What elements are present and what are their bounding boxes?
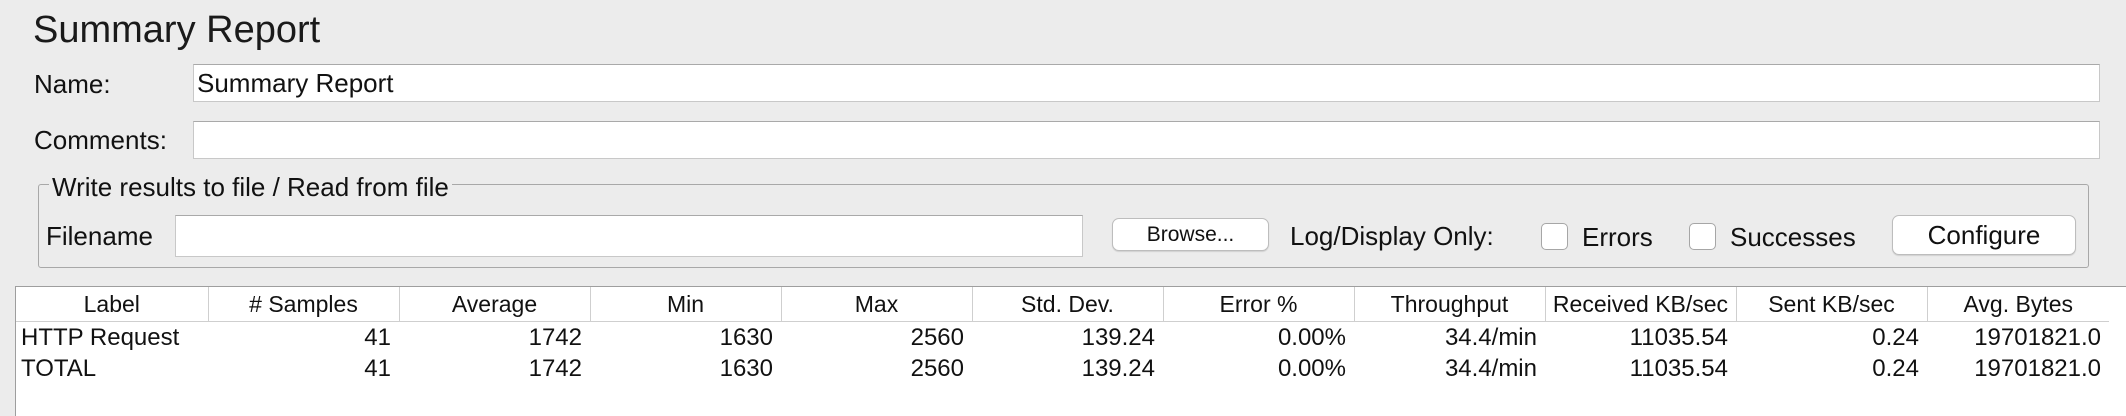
log-display-label: Log/Display Only: <box>1290 221 1494 251</box>
column-header-throughput[interactable]: Throughput <box>1354 287 1546 322</box>
file-section-legend: Write results to file / Read from file <box>49 170 452 204</box>
filename-label: Filename <box>46 221 153 251</box>
cell-avg-bytes: 19701821.0 <box>1974 355 2101 382</box>
cell-max: 2560 <box>910 355 964 382</box>
cell-min: 1630 <box>719 324 773 351</box>
cell-samples: 41 <box>364 324 391 351</box>
summary-table-area: Label # Samples Average Min Max Std. Dev… <box>15 286 2126 416</box>
cell-sent-kb-sec: 0.24 <box>1872 324 1919 351</box>
column-header-min[interactable]: Min <box>590 287 782 322</box>
column-header-average[interactable]: Average <box>399 287 591 322</box>
table-header-row: Label # Samples Average Min Max Std. Dev… <box>16 287 2109 322</box>
configure-button[interactable]: Configure <box>1892 215 2076 255</box>
table-row[interactable]: TOTAL 41 1742 1630 2560 139.24 0.00% 34.… <box>16 353 2109 384</box>
column-header-avg-bytes[interactable]: Avg. Bytes <box>1927 287 2109 322</box>
cell-average: 1742 <box>528 324 582 351</box>
column-header-label[interactable]: Label <box>16 287 209 322</box>
browse-button[interactable]: Browse... <box>1112 218 1269 251</box>
successes-checkbox[interactable] <box>1689 223 1716 250</box>
cell-throughput: 34.4/min <box>1444 324 1537 351</box>
column-header-sent-kb-sec[interactable]: Sent KB/sec <box>1736 287 1928 322</box>
column-header-std-dev[interactable]: Std. Dev. <box>972 287 1164 322</box>
comments-label: Comments: <box>34 125 167 155</box>
cell-throughput: 34.4/min <box>1444 355 1537 382</box>
cell-error-percent: 0.00% <box>1277 355 1346 382</box>
cell-error-percent: 0.00% <box>1277 324 1346 351</box>
column-header-max[interactable]: Max <box>781 287 973 322</box>
cell-std-dev: 139.24 <box>1081 324 1155 351</box>
comments-input[interactable] <box>193 121 2100 159</box>
errors-checkbox[interactable] <box>1541 223 1568 250</box>
successes-label[interactable]: Successes <box>1730 220 1856 254</box>
name-label: Name: <box>34 69 111 99</box>
cell-samples: 41 <box>364 355 391 382</box>
column-header-error-percent[interactable]: Error % <box>1163 287 1355 322</box>
cell-average: 1742 <box>528 355 582 382</box>
filename-input[interactable] <box>175 215 1083 257</box>
cell-avg-bytes: 19701821.0 <box>1974 324 2101 351</box>
errors-label[interactable]: Errors <box>1582 220 1653 254</box>
cell-std-dev: 139.24 <box>1081 355 1155 382</box>
summary-table: Label # Samples Average Min Max Std. Dev… <box>16 287 2109 384</box>
column-header-received-kb-sec[interactable]: Received KB/sec <box>1545 287 1737 322</box>
cell-label: HTTP Request <box>21 324 180 351</box>
cell-min: 1630 <box>719 355 773 382</box>
name-input[interactable] <box>193 64 2100 102</box>
cell-max: 2560 <box>910 324 964 351</box>
table-row[interactable]: HTTP Request 41 1742 1630 2560 139.24 0.… <box>16 322 2109 354</box>
cell-received-kb-sec: 11035.54 <box>1629 324 1728 351</box>
cell-label: TOTAL <box>21 355 97 382</box>
panel-title: Summary Report <box>33 9 321 51</box>
column-header-samples[interactable]: # Samples <box>208 287 400 322</box>
cell-sent-kb-sec: 0.24 <box>1872 355 1919 382</box>
cell-received-kb-sec: 11035.54 <box>1629 355 1728 382</box>
